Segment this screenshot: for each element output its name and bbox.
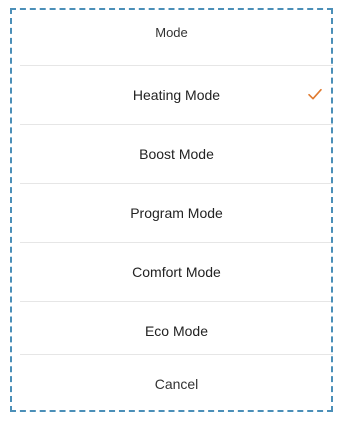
option-heating-mode[interactable]: Heating Mode [20, 65, 333, 124]
option-boost-mode[interactable]: Boost Mode [20, 124, 333, 183]
option-label: Comfort Mode [132, 264, 221, 280]
sheet-title: Mode [155, 24, 188, 40]
mode-action-sheet: Mode Heating Mode Boost Mode Program Mod… [0, 0, 341, 423]
checkmark-icon [308, 88, 322, 100]
option-eco-mode[interactable]: Eco Mode [20, 301, 333, 360]
option-label: Heating Mode [132, 87, 221, 103]
option-label: Eco Mode [144, 323, 209, 339]
cancel-button[interactable]: Cancel [20, 354, 333, 412]
option-label: Boost Mode [139, 146, 214, 162]
option-label: Program Mode [130, 205, 223, 221]
option-program-mode[interactable]: Program Mode [20, 183, 333, 242]
option-comfort-mode[interactable]: Comfort Mode [20, 242, 333, 301]
